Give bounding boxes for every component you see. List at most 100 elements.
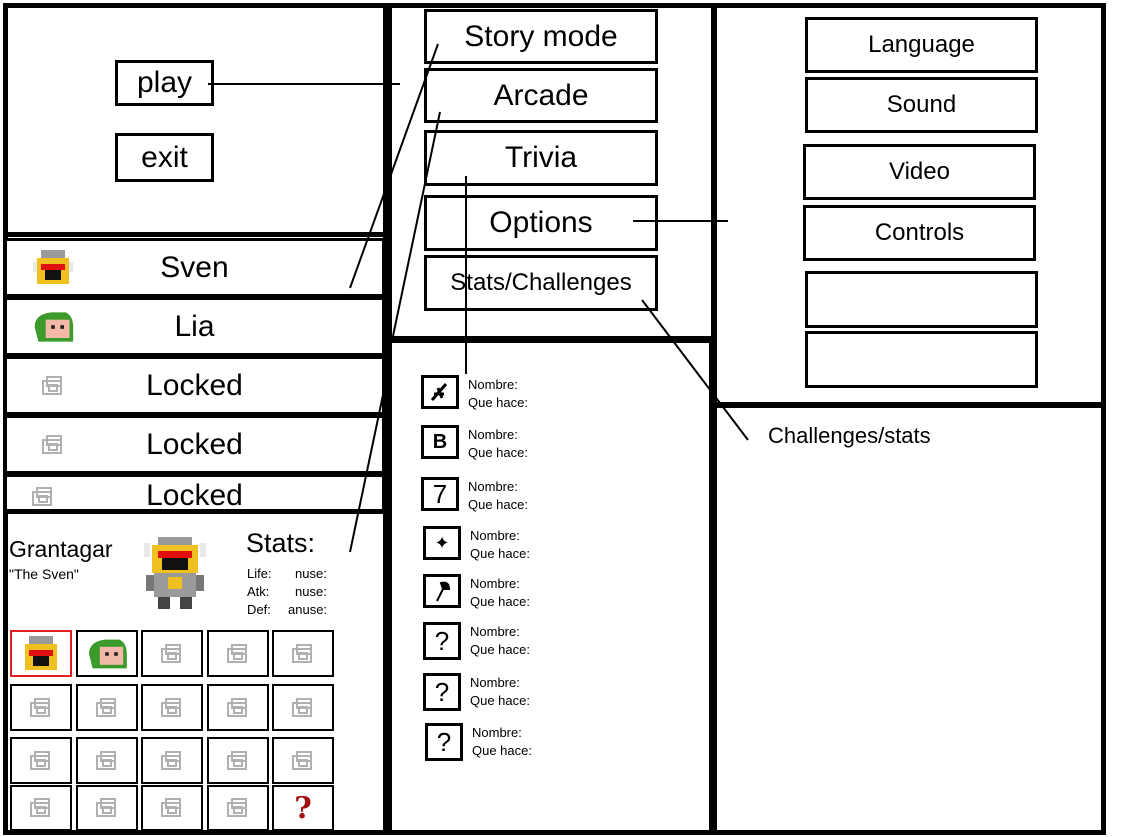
- character-row-locked-3[interactable]: Locked: [4, 474, 385, 512]
- character-name: Locked: [146, 368, 243, 402]
- main-menu-pane: [3, 3, 388, 237]
- character-grid-cell[interactable]: [76, 684, 138, 731]
- character-grid-cell[interactable]: [207, 785, 269, 831]
- exit-button[interactable]: exit: [115, 133, 214, 182]
- arcade-label: Arcade: [493, 78, 589, 112]
- character-grid-cell[interactable]: [10, 630, 72, 677]
- locked-icon: [225, 643, 251, 665]
- character-grid-cell[interactable]: [207, 684, 269, 731]
- character-grid-cell[interactable]: [272, 630, 334, 677]
- locked-icon: [290, 697, 316, 719]
- locked-icon: [290, 643, 316, 665]
- character-portrait: [140, 535, 210, 611]
- question-icon[interactable]: ?: [425, 723, 463, 761]
- controls-button[interactable]: Controls: [803, 205, 1036, 261]
- trivia-desc-label: Que hace:: [472, 743, 532, 758]
- star-icon[interactable]: ✦: [423, 526, 461, 560]
- seven-icon[interactable]: 7: [421, 477, 459, 511]
- character-name: Sven: [160, 250, 229, 284]
- character-grid-cell[interactable]: [141, 785, 203, 831]
- play-button[interactable]: play: [115, 60, 214, 106]
- character-name: Lia: [174, 309, 215, 343]
- video-button[interactable]: Video: [803, 144, 1036, 200]
- stats-challenges-label: Stats/Challenges: [450, 269, 632, 296]
- character-grid-cell[interactable]: [141, 684, 203, 731]
- language-label: Language: [868, 31, 975, 58]
- character-grid-cell[interactable]: [76, 737, 138, 784]
- sword-icon[interactable]: [421, 375, 459, 409]
- video-label: Video: [889, 158, 950, 185]
- trivia-name-label: Nombre:: [468, 427, 518, 442]
- trivia-desc-label: Que hace:: [468, 445, 528, 460]
- knight-icon: [19, 634, 63, 674]
- trivia-desc-label: Que hace:: [470, 594, 530, 609]
- challenges-pane: [712, 403, 1106, 835]
- character-grid-cell[interactable]: [76, 785, 138, 831]
- stat-atk-label: Atk:: [247, 584, 270, 599]
- character-grid-cell[interactable]: [10, 684, 72, 731]
- language-button[interactable]: Language: [805, 17, 1038, 73]
- story-mode-label: Story mode: [464, 19, 618, 53]
- sound-label: Sound: [886, 91, 957, 118]
- trivia-name-label: Nombre:: [468, 377, 518, 392]
- trivia-name-label: Nombre:: [470, 624, 520, 639]
- locked-icon: [225, 697, 251, 719]
- locked-icon: [159, 750, 185, 772]
- locked-icon: [94, 750, 120, 772]
- character-grid-cell[interactable]: ?: [272, 785, 334, 831]
- locked-icon: [94, 797, 120, 819]
- trivia-name-label: Nombre:: [470, 675, 520, 690]
- axe-icon[interactable]: [423, 574, 461, 608]
- locked-icon: [225, 750, 251, 772]
- trivia-label: Trivia: [504, 141, 578, 174]
- character-grid-cell[interactable]: [207, 630, 269, 677]
- options-button[interactable]: Options: [424, 195, 658, 251]
- b-glyph-icon[interactable]: B: [421, 425, 459, 459]
- character-name: Locked: [146, 479, 243, 512]
- character-row-locked-2[interactable]: Locked: [4, 415, 385, 474]
- character-grid-cell[interactable]: [10, 737, 72, 784]
- locked-icon: [290, 750, 316, 772]
- locked-icon: [159, 697, 185, 719]
- trivia-desc-label: Que hace:: [470, 642, 530, 657]
- question-icon[interactable]: ?: [423, 673, 461, 711]
- stat-def-label: Def:: [247, 602, 271, 617]
- trivia-desc-label: Que hace:: [470, 693, 530, 708]
- character-grid-cell[interactable]: [76, 630, 138, 677]
- stats-challenges-button[interactable]: Stats/Challenges: [424, 255, 658, 311]
- empty-option-button-2[interactable]: [805, 331, 1038, 388]
- trivia-desc-label: Que hace:: [468, 395, 528, 410]
- story-mode-button[interactable]: Story mode: [424, 9, 658, 64]
- question-icon[interactable]: ?: [423, 622, 461, 660]
- locked-icon: [94, 697, 120, 719]
- character-row-sven[interactable]: Sven: [4, 238, 385, 297]
- character-row-locked-1[interactable]: Locked: [4, 356, 385, 415]
- stat-life-value: nuse:: [295, 566, 327, 581]
- challenges-stats-label: Challenges/stats: [768, 423, 931, 448]
- stat-atk-value: nuse:: [295, 584, 327, 599]
- play-label: play: [136, 66, 193, 99]
- character-grid-cell[interactable]: [207, 737, 269, 784]
- green-hood-icon: [83, 636, 131, 672]
- empty-option-button-1[interactable]: [805, 271, 1038, 328]
- locked-icon: [225, 797, 251, 819]
- character-row-lia[interactable]: Lia: [4, 297, 385, 356]
- knight-icon: [144, 537, 206, 609]
- trivia-desc-label: Que hace:: [468, 497, 528, 512]
- arcade-button[interactable]: Arcade: [424, 68, 658, 123]
- sound-button[interactable]: Sound: [805, 77, 1038, 133]
- character-grid-cell[interactable]: [272, 684, 334, 731]
- stat-def-value: anuse:: [288, 602, 328, 617]
- character-grid-cell[interactable]: [141, 737, 203, 784]
- trivia-name-label: Nombre:: [472, 725, 522, 740]
- trivia-name-label: Nombre:: [470, 576, 520, 591]
- trivia-button[interactable]: Trivia: [424, 130, 658, 186]
- character-grid-cell[interactable]: [141, 630, 203, 677]
- character-grid-cell[interactable]: [10, 785, 72, 831]
- locked-icon: [28, 797, 54, 819]
- trivia-name-label: Nombre:: [468, 479, 518, 494]
- character-name: Locked: [146, 427, 243, 461]
- options-label: Options: [489, 206, 593, 239]
- character-grid-cell[interactable]: [272, 737, 334, 784]
- character-detail-name: Grantagar: [9, 536, 113, 562]
